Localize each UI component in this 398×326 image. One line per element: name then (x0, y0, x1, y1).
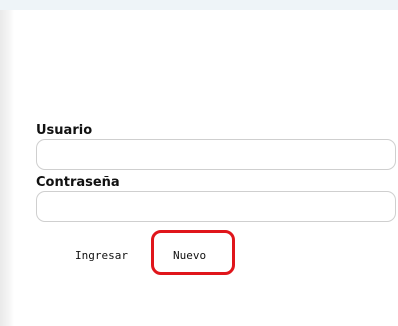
password-input[interactable] (36, 191, 396, 222)
login-form: Usuario Contraseña (36, 122, 398, 226)
new-user-button[interactable]: Nuevo (173, 249, 206, 262)
top-band (0, 0, 398, 10)
username-label: Usuario (36, 123, 93, 138)
login-button[interactable]: Ingresar (75, 249, 128, 262)
left-edge-shadow (0, 10, 14, 326)
password-label: Contraseña (36, 175, 120, 190)
username-input[interactable] (36, 139, 396, 170)
